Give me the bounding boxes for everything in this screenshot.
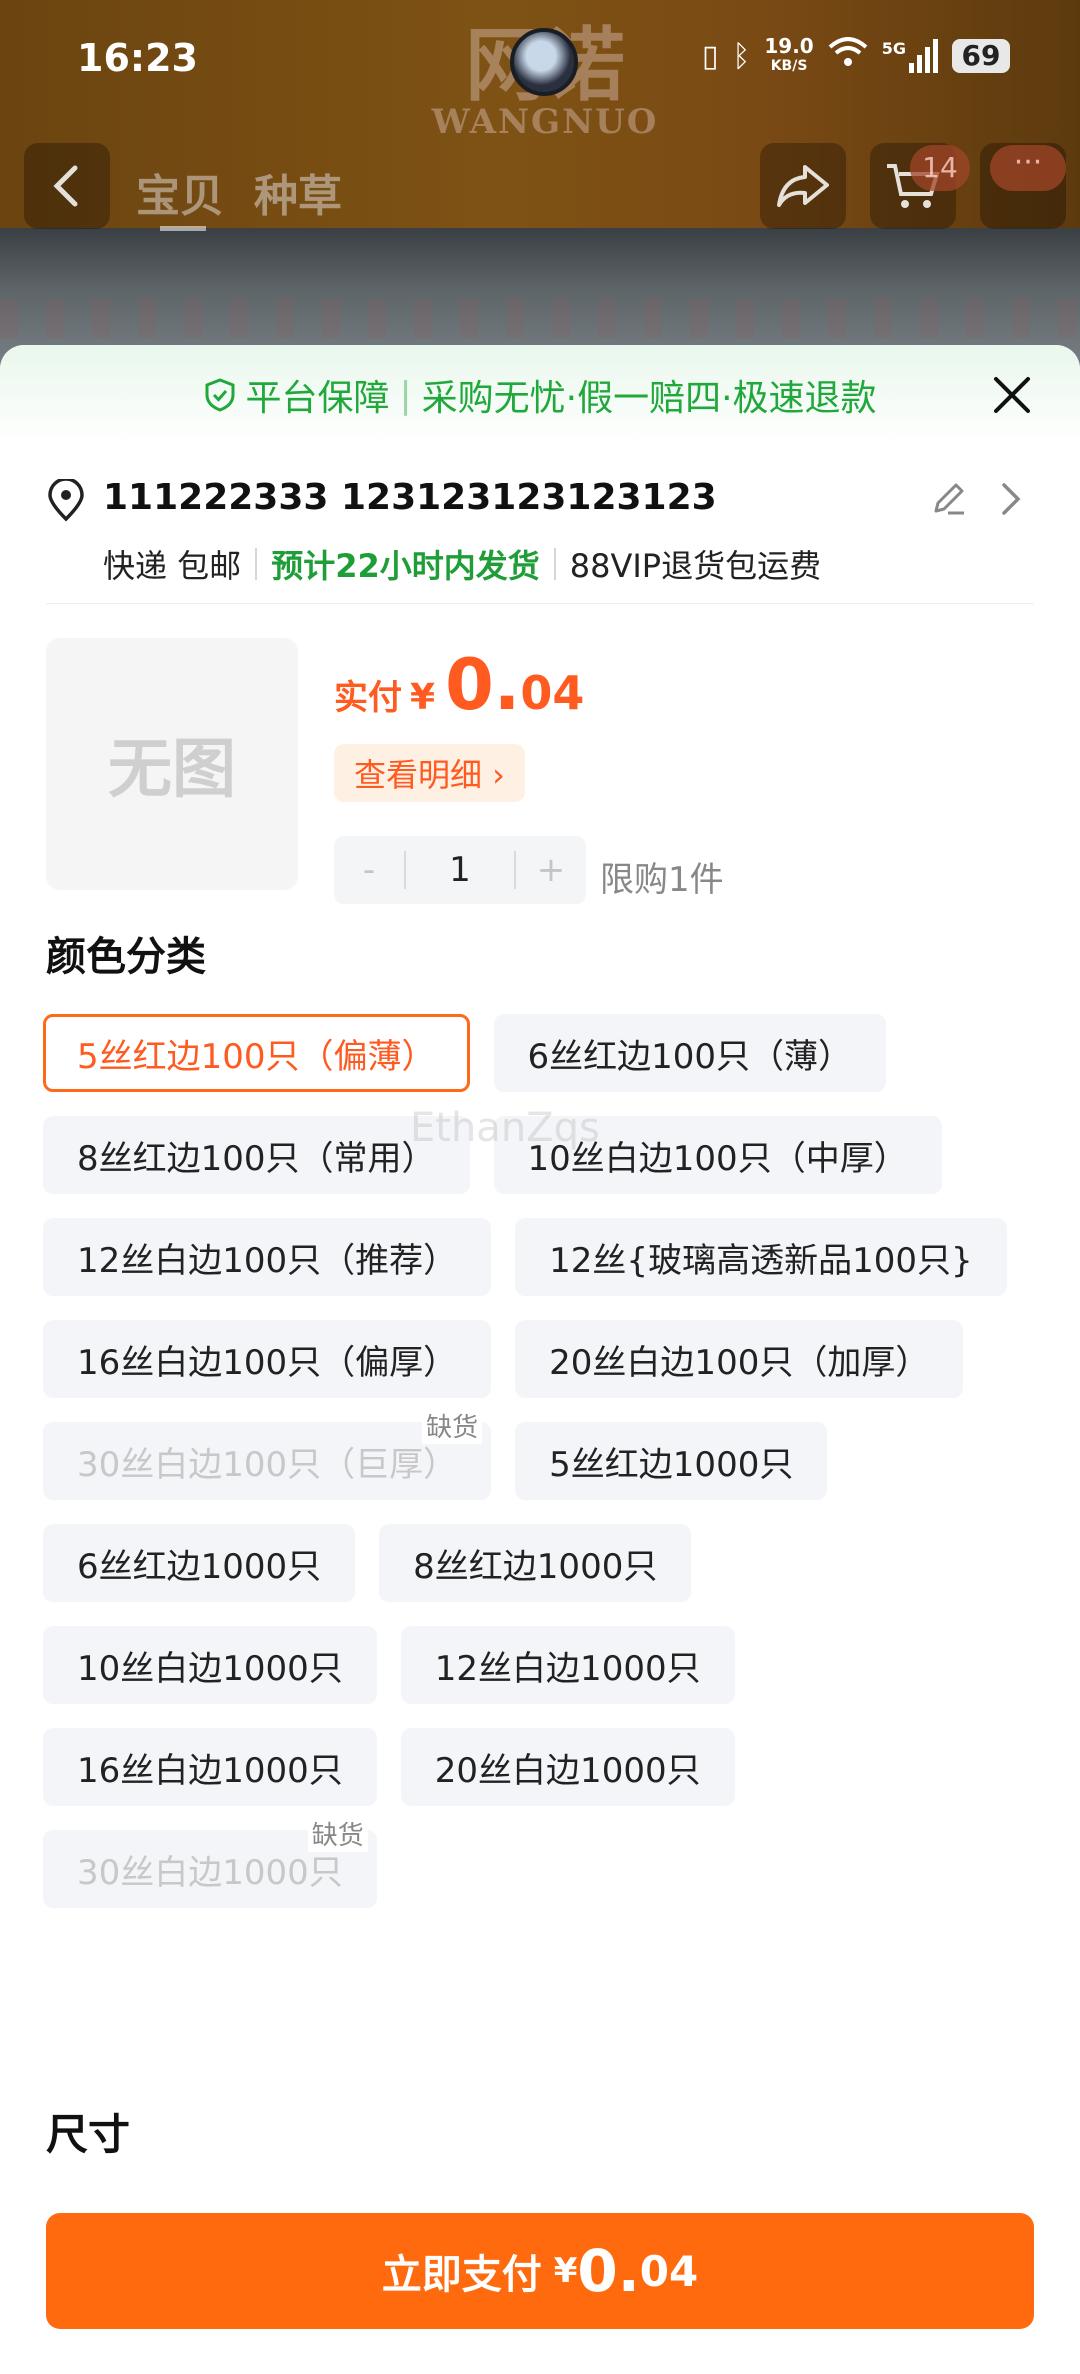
color-option[interactable]: 10丝白边1000只 — [43, 1626, 377, 1704]
product-summary: 无图 实付 ¥ 0. 04 查看明细 › - 1 + 限购1件 — [0, 604, 1080, 924]
color-option[interactable]: 8丝红边100只（常用） — [43, 1116, 470, 1194]
back-icon — [53, 165, 78, 207]
color-option-label: 5丝红边100只（偏薄） — [77, 1036, 436, 1077]
wifi-icon — [828, 37, 868, 75]
more-badge: ··· — [990, 145, 1066, 191]
signal-label: 5G — [881, 39, 906, 58]
color-option: 30丝白边1000只 缺货 — [43, 1815, 377, 1908]
color-option-label: 16丝白边1000只 — [77, 1750, 343, 1791]
location-pin-icon — [48, 479, 84, 522]
color-option[interactable]: 16丝白边1000只 — [43, 1728, 377, 1806]
guarantee-separator: | — [399, 374, 412, 416]
color-option-label: 16丝白边100只（偏厚） — [77, 1342, 458, 1383]
color-option[interactable]: 6丝红边100只（薄） — [493, 1014, 887, 1092]
product-thumbnail-placeholder: 无图 — [46, 638, 298, 890]
color-option[interactable]: 6丝红边1000只 — [43, 1524, 356, 1602]
price-currency: ¥ — [410, 677, 436, 718]
qty-plus-button[interactable]: + — [516, 850, 586, 890]
address-section[interactable]: 111222333 123123123123123 快递 包邮 预计22小时内发… — [46, 445, 1034, 604]
qty-value[interactable]: 1 — [406, 850, 514, 890]
color-option[interactable]: 8丝红边1000只 — [379, 1524, 692, 1602]
color-option[interactable]: 20丝白边1000只 — [400, 1728, 735, 1806]
color-option-label: 30丝白边100只（巨厚） — [77, 1444, 458, 1485]
view-details-button[interactable]: 查看明细 › — [334, 744, 525, 802]
net-speed-unit: KB/S — [770, 58, 808, 74]
back-button[interactable] — [24, 143, 110, 229]
color-option[interactable]: 16丝白边100只（偏厚） — [43, 1320, 492, 1398]
bluetooth-icon: ᛒ — [732, 38, 751, 74]
status-icons: ▯ ᛒ 19.0 KB/S 5G 69 — [702, 36, 1010, 76]
guarantee-title: 平台保障 — [245, 378, 390, 419]
pay-currency: ¥ — [553, 2251, 578, 2291]
color-option-label: 8丝红边1000只 — [413, 1546, 658, 1587]
color-option-label: 12丝白边1000只 — [434, 1648, 701, 1689]
color-option-label: 12丝白边100只（推荐） — [77, 1240, 458, 1281]
floating-avatar[interactable] — [510, 28, 578, 96]
divider — [553, 548, 556, 580]
color-option[interactable]: 12丝白边100只（推荐） — [43, 1218, 492, 1296]
price-display: 实付 ¥ 0. 04 — [334, 644, 584, 726]
active-tab-indicator — [160, 226, 206, 231]
watermark: EthanZqs — [410, 1105, 600, 1151]
ship-time-estimate: 预计22小时内发货 — [271, 547, 540, 585]
return-note: 88VIP退货包运费 — [569, 547, 822, 585]
color-option-label: 8丝红边100只（常用） — [77, 1138, 436, 1179]
shipping-method: 快递 包邮 — [103, 547, 242, 585]
net-speed: 19.0 KB/S — [764, 36, 813, 76]
color-option[interactable]: 5丝红边100只（偏薄） — [43, 1014, 470, 1092]
color-option[interactable]: 5丝红边1000只 — [515, 1422, 828, 1500]
guarantee-detail: 采购无忧·假一赔四·极速退款 — [421, 378, 877, 419]
address-line: 111222333 123123123123123 — [103, 477, 717, 518]
shipping-info: 快递 包邮 预计22小时内发货 88VIP退货包运费 — [103, 541, 821, 587]
shield-check-icon — [205, 378, 235, 412]
size-section-title: 尺寸 — [46, 2110, 131, 2159]
color-option-label: 20丝白边100只（加厚） — [549, 1342, 930, 1383]
quantity-stepper: - 1 + — [334, 836, 586, 904]
brand-logo-en: WANGNUO — [431, 102, 659, 142]
pay-amount-decimal: 04 — [639, 2246, 699, 2296]
guarantee-banner: 平台保障 | 采购无忧·假一赔四·极速退款 — [0, 345, 1080, 445]
edit-pencil-icon[interactable] — [928, 479, 968, 519]
color-option[interactable]: 20丝白边100只（加厚） — [515, 1320, 964, 1398]
share-icon — [777, 165, 829, 207]
pay-label: 立即支付 — [381, 2252, 542, 2298]
color-option-label: 6丝红边1000只 — [77, 1546, 322, 1587]
screen: 16:23 网诺 WANGNUO ▯ ᛒ 19.0 KB/S 5G 69 宝贝 … — [0, 0, 1080, 2374]
color-option-label: 30丝白边1000只 — [77, 1852, 343, 1893]
divider — [255, 548, 258, 580]
color-option[interactable]: 12丝白边1000只 — [400, 1626, 735, 1704]
color-option[interactable]: 12丝{玻璃高透新品100只} — [515, 1218, 1007, 1296]
pay-amount-integer: 0. — [577, 2237, 640, 2305]
color-option-label: 6丝红边100只（薄） — [527, 1036, 853, 1077]
battery-indicator: 69 — [952, 39, 1010, 73]
purchase-limit: 限购1件 — [600, 860, 724, 900]
share-button[interactable] — [760, 143, 846, 229]
pay-now-button[interactable]: 立即支付 ¥ 0. 04 — [46, 2213, 1034, 2329]
price-integer: 0. — [445, 644, 521, 726]
out-of-stock-tag: 缺货 — [422, 1407, 483, 1444]
color-option-label: 10丝白边1000只 — [77, 1648, 343, 1689]
qty-minus-button[interactable]: - — [334, 850, 404, 890]
out-of-stock-tag: 缺货 — [307, 1815, 368, 1852]
price-decimal: 04 — [520, 666, 585, 720]
tab-baobei[interactable]: 宝贝 — [136, 160, 224, 224]
color-option-label: 5丝红边1000只 — [549, 1444, 794, 1485]
chevron-right-icon[interactable] — [996, 481, 1026, 517]
close-icon[interactable] — [988, 371, 1036, 419]
purchase-sheet: 平台保障 | 采购无忧·假一赔四·极速退款 111222333 12312312… — [0, 345, 1080, 2374]
vibrate-icon: ▯ — [701, 38, 719, 74]
color-section-title: 颜色分类 — [46, 934, 206, 980]
color-option-label: 20丝白边1000只 — [434, 1750, 701, 1791]
tab-zhongcao[interactable]: 种草 — [254, 160, 342, 224]
color-option: 30丝白边100只（巨厚） 缺货 — [43, 1407, 492, 1500]
signal-icon: 5G — [882, 39, 938, 73]
net-speed-value: 19.0 — [764, 34, 814, 58]
nav-tabs: 宝贝 种草 — [136, 160, 342, 224]
status-time: 16:23 — [77, 36, 198, 80]
price-label: 实付 — [334, 678, 402, 718]
color-option-label: 12丝{玻璃高透新品100只} — [549, 1240, 973, 1281]
cart-count-badge: 14 — [910, 145, 970, 191]
